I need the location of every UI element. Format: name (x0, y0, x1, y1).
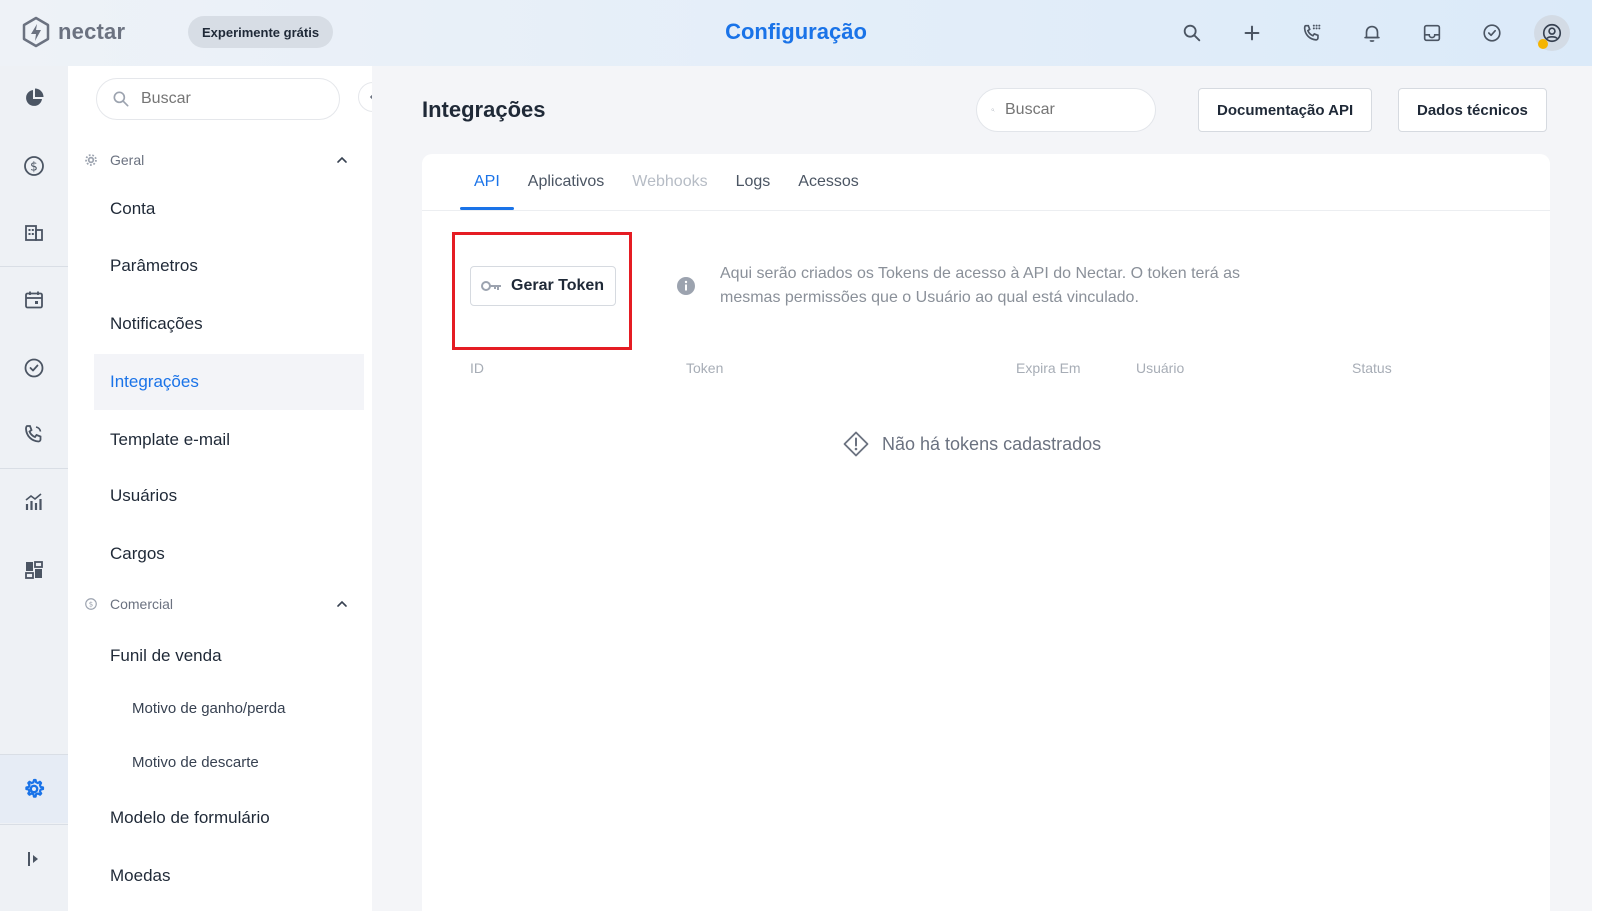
tab-webhooks[interactable]: Webhooks (618, 154, 721, 210)
rail-expand[interactable] (0, 839, 68, 879)
generate-token-label: Gerar Token (511, 277, 605, 294)
sidebar-subitem-motivo-descarte[interactable]: Motivo de descarte (132, 754, 259, 771)
inbox-button[interactable] (1414, 15, 1450, 51)
chevron-up-icon (337, 156, 347, 163)
tab-acessos[interactable]: Acessos (784, 154, 872, 210)
calendar-icon (25, 291, 43, 309)
pie-chart-icon (26, 88, 44, 106)
search-button[interactable] (1174, 15, 1210, 51)
svg-text:$: $ (89, 601, 93, 609)
generate-token-button[interactable]: Gerar Token (470, 266, 616, 306)
building-icon (25, 225, 43, 241)
chevron-up-icon (337, 600, 347, 607)
search-icon (113, 91, 129, 107)
section-title: Integrações (422, 97, 546, 122)
rail-dashboard[interactable] (0, 78, 68, 118)
dialpad-button[interactable] (1294, 15, 1330, 51)
tabs-divider (422, 210, 1550, 211)
search-icon (1183, 24, 1201, 42)
phone-icon (25, 425, 42, 443)
sidebar-item-funil[interactable]: Funil de venda (94, 628, 364, 684)
key-icon (481, 281, 501, 291)
column-header-usuario[interactable]: Usuário (1136, 360, 1184, 376)
rail-settings[interactable] (0, 755, 68, 823)
tab-bar: API Aplicativos Webhooks Logs Acessos (460, 154, 873, 210)
technical-data-button[interactable]: Dados técnicos (1398, 88, 1547, 132)
column-header-token[interactable]: Token (686, 360, 723, 376)
bell-icon (1364, 25, 1380, 42)
search-icon (991, 108, 995, 112)
dashboard-grid-icon (25, 561, 43, 579)
check-circle-icon (1483, 24, 1501, 42)
empty-state-message: Não há tokens cadastrados (882, 433, 1102, 454)
status-dot (1538, 39, 1548, 49)
integrations-card: API Aplicativos Webhooks Logs Acessos Ge… (422, 154, 1550, 911)
sidebar-item-modelo-formulario[interactable]: Modelo de formulário (94, 790, 364, 846)
inbox-icon (1423, 24, 1441, 42)
rail-reports[interactable] (0, 482, 68, 522)
tab-logs[interactable]: Logs (722, 154, 785, 210)
token-info-text: Aqui serão criados os Tokens de acesso à… (720, 265, 1240, 306)
dollar-circle-icon: $ (85, 598, 97, 610)
sidebar-item-integracoes[interactable]: Integrações (94, 354, 364, 410)
sidebar-item-conta[interactable]: Conta (94, 181, 364, 237)
rail-dashboards[interactable] (0, 550, 68, 590)
section-geral-label: Geral (110, 152, 145, 168)
left-rail: $ (0, 66, 68, 911)
rail-calendar[interactable] (0, 280, 68, 320)
sidebar-item-moedas[interactable]: Moedas (94, 848, 364, 904)
check-circle-icon (24, 358, 44, 378)
api-docs-button[interactable]: Documentação API (1198, 88, 1373, 132)
dollar-circle-icon: $ (24, 156, 44, 176)
gear-icon (25, 778, 45, 798)
sidebar-item-parametros[interactable]: Parâmetros (94, 238, 364, 294)
rail-companies[interactable] (0, 212, 68, 252)
plus-icon (1244, 25, 1260, 41)
add-button[interactable] (1234, 15, 1270, 51)
column-header-status[interactable]: Status (1352, 360, 1392, 376)
column-header-id[interactable]: ID (470, 360, 484, 376)
top-bar: nectar Experimente grátis Configuração (0, 0, 1592, 66)
sidebar-subitem-motivo-ganho[interactable]: Motivo de ganho/perda (132, 700, 285, 717)
section-comercial-label: Comercial (110, 596, 174, 612)
rail-tasks[interactable] (0, 348, 68, 388)
user-avatar-button[interactable] (1534, 15, 1570, 51)
rail-calls[interactable] (0, 414, 68, 454)
column-header-expira[interactable]: Expira Em (1016, 360, 1081, 376)
expand-sidebar-icon (28, 852, 38, 866)
tab-aplicativos[interactable]: Aplicativos (514, 154, 618, 210)
gear-icon (85, 154, 97, 166)
notifications-button[interactable] (1354, 15, 1390, 51)
bar-chart-icon (25, 493, 42, 510)
svg-text:$: $ (30, 160, 38, 174)
warning-diamond-icon (843, 431, 869, 457)
phone-dialpad-icon (1303, 24, 1321, 41)
settings-sidebar: Geral Conta Parâmetros Notificações Inte… (68, 66, 388, 911)
main-search[interactable] (976, 88, 1156, 132)
info-icon (677, 277, 695, 295)
sidebar-item-cargos[interactable]: Cargos (94, 526, 364, 582)
tasks-button[interactable] (1474, 15, 1510, 51)
section-comercial[interactable]: $ Comercial (84, 590, 348, 618)
sidebar-item-template[interactable]: Template e-mail (94, 412, 364, 468)
sidebar-search[interactable] (96, 78, 340, 120)
tab-api[interactable]: API (460, 154, 514, 210)
empty-state: Não há tokens cadastrados (842, 430, 1101, 458)
rail-sales[interactable]: $ (0, 146, 68, 186)
sidebar-search-input[interactable] (141, 90, 291, 108)
main-search-input[interactable] (1005, 101, 1155, 119)
sidebar-item-usuarios[interactable]: Usuários (94, 468, 364, 524)
sidebar-item-notificacoes[interactable]: Notificações (94, 296, 364, 352)
main-content: Integrações Documentação API Dados técni… (372, 66, 1592, 911)
section-geral[interactable]: Geral (84, 146, 348, 174)
